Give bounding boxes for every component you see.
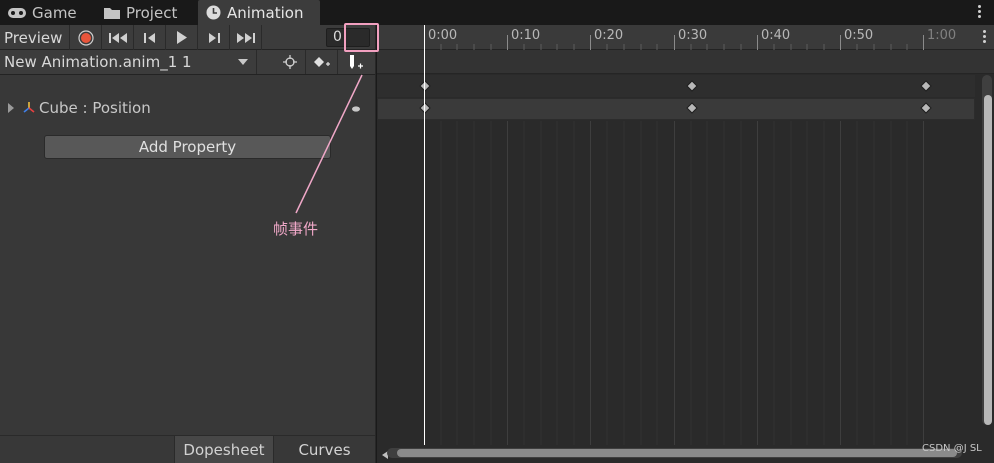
keyframe-diamond bbox=[686, 80, 698, 92]
timeline-ruler[interactable]: 0:00 0:10 0:20 0:30 0:40 0:50 1:00 bbox=[377, 25, 994, 50]
transform-gizmo-icon bbox=[23, 102, 35, 113]
record-icon bbox=[77, 29, 94, 46]
property-row-cube-position[interactable]: Cube : Position bbox=[0, 97, 375, 119]
watermark: CSDN @J SL bbox=[922, 443, 982, 454]
keyframe-options-icon bbox=[352, 106, 360, 112]
play-button[interactable] bbox=[166, 25, 198, 50]
tab-game-label: Game bbox=[32, 3, 77, 22]
first-key-button[interactable] bbox=[102, 25, 134, 50]
playback-toolbar: Preview 0 bbox=[0, 25, 375, 50]
keyframes bbox=[419, 80, 932, 114]
clock-icon bbox=[206, 5, 221, 20]
clip-toolbar: New Animation.anim_1 1 bbox=[0, 50, 375, 75]
animation-hierarchy-panel: Preview 0 New Animation.anim_1 1 Cube: … bbox=[0, 25, 375, 463]
skip-to-end-icon bbox=[236, 32, 255, 43]
tab-game[interactable]: Game bbox=[0, 0, 85, 25]
crosshair-icon bbox=[282, 55, 297, 69]
tab-project-label: Project bbox=[126, 3, 178, 22]
clip-name: New Animation.anim_1 1 bbox=[4, 53, 192, 71]
keyframe-diamond bbox=[419, 80, 431, 92]
keyframe-diamond bbox=[920, 102, 932, 114]
expand-arrow-icon bbox=[8, 103, 14, 113]
filter-by-selection-button[interactable] bbox=[274, 50, 306, 74]
vertical-scrollbar-thumb[interactable] bbox=[984, 95, 992, 425]
add-property-button[interactable]: Add Property bbox=[44, 135, 331, 159]
tab-project[interactable]: Project bbox=[96, 0, 185, 25]
step-forward-icon bbox=[208, 32, 220, 43]
keyframe-diamond bbox=[686, 102, 698, 114]
tab-curves[interactable]: Curves bbox=[273, 436, 375, 463]
chevron-down-icon bbox=[238, 59, 248, 65]
next-key-button[interactable] bbox=[198, 25, 230, 50]
keyframe-diamond bbox=[920, 80, 932, 92]
play-icon bbox=[176, 31, 187, 44]
last-key-button[interactable] bbox=[230, 25, 262, 50]
skip-to-start-icon bbox=[108, 32, 127, 43]
game-controller-icon bbox=[8, 7, 26, 19]
ruler-ticks bbox=[424, 27, 924, 50]
event-track[interactable] bbox=[377, 50, 994, 74]
preview-button[interactable]: Preview bbox=[0, 25, 70, 50]
clip-selector[interactable]: New Animation.anim_1 1 bbox=[0, 50, 257, 74]
dopesheet-menu-icon[interactable] bbox=[983, 30, 987, 43]
event-button-highlight bbox=[344, 23, 379, 52]
tab-animation-label: Animation bbox=[227, 3, 304, 22]
horizontal-scrollbar-thumb[interactable] bbox=[397, 449, 957, 457]
grid-lines bbox=[440, 121, 924, 445]
tab-dopesheet[interactable]: Dopesheet bbox=[174, 436, 273, 463]
add-event-icon bbox=[350, 55, 363, 69]
window-tab-bar: Game Project Animation bbox=[0, 0, 994, 25]
view-mode-tabs: Dopesheet Curves bbox=[0, 435, 375, 463]
step-back-icon bbox=[143, 32, 155, 43]
tab-animation[interactable]: Animation bbox=[198, 0, 320, 25]
property-label: Cube : Position bbox=[39, 99, 151, 117]
add-keyframe-icon bbox=[313, 57, 330, 67]
window-menu-icon[interactable] bbox=[978, 5, 982, 18]
folder-icon bbox=[104, 7, 120, 19]
add-keyframe-button[interactable] bbox=[306, 50, 338, 74]
record-button[interactable] bbox=[70, 25, 102, 50]
dopesheet-panel[interactable]: 0:00 0:10 0:20 0:30 0:40 0:50 1:00 CSDN … bbox=[376, 25, 994, 463]
keyframe-diamond bbox=[419, 102, 431, 114]
add-event-button[interactable] bbox=[340, 50, 372, 74]
annotation-label: 帧事件 bbox=[273, 220, 319, 238]
playhead[interactable] bbox=[424, 25, 425, 445]
previous-key-button[interactable] bbox=[134, 25, 166, 50]
